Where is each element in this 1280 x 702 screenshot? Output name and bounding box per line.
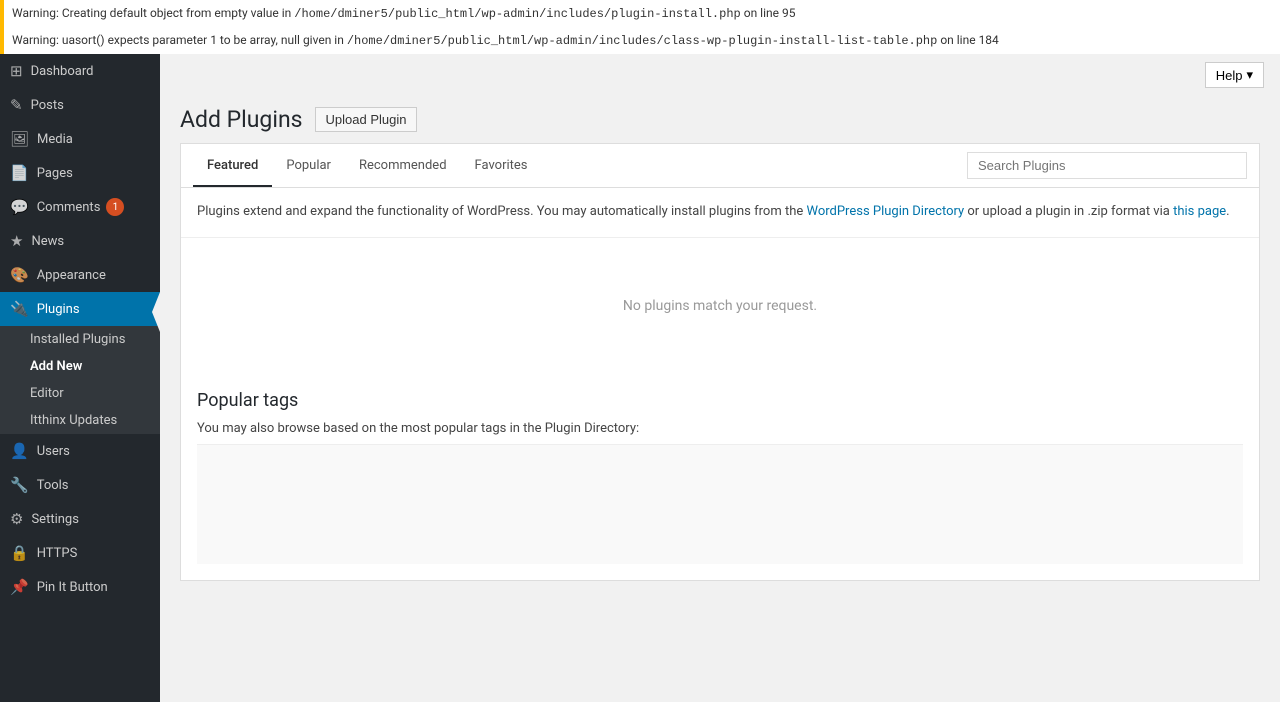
- plugin-description: Plugins extend and expand the functional…: [181, 188, 1259, 238]
- help-button[interactable]: Help ▾: [1205, 62, 1264, 88]
- no-plugins-message: No plugins match your request.: [181, 238, 1259, 374]
- search-plugins-input[interactable]: [967, 152, 1247, 179]
- upload-plugin-button[interactable]: Upload Plugin: [315, 107, 418, 132]
- submenu-add-new[interactable]: Add New: [0, 353, 160, 380]
- page-title: Add Plugins: [180, 106, 303, 133]
- pages-icon: 📄: [10, 164, 29, 182]
- plugins-submenu: Installed Plugins Add New Editor Itthinx…: [0, 326, 160, 434]
- media-icon: 🖼: [10, 130, 29, 148]
- plugin-area: Featured Popular Recommended Favorites P…: [180, 143, 1260, 581]
- sidebar: ⊞ Dashboard ✎ Posts 🖼 Media 📄 Pages 💬 Co…: [0, 54, 160, 702]
- dashboard-icon: ⊞: [10, 62, 23, 80]
- warning-bar-2: Warning: uasort() expects parameter 1 to…: [0, 27, 1280, 54]
- warning-bar-1: Warning: Creating default object from em…: [0, 0, 1280, 27]
- sidebar-item-comments[interactable]: 💬 Comments 1: [0, 190, 160, 224]
- tab-popular[interactable]: Popular: [272, 146, 345, 187]
- sidebar-item-dashboard[interactable]: ⊞ Dashboard: [0, 54, 160, 88]
- submenu-itthinx-updates[interactable]: Itthinx Updates: [0, 407, 160, 434]
- comments-badge: 1: [106, 198, 124, 216]
- posts-icon: ✎: [10, 96, 23, 114]
- tools-icon: 🔧: [10, 476, 29, 494]
- top-bar: Help ▾: [160, 54, 1280, 96]
- tab-recommended[interactable]: Recommended: [345, 146, 461, 187]
- comments-icon: 💬: [10, 198, 29, 216]
- sidebar-item-label: Comments: [37, 200, 101, 215]
- sidebar-item-label: Plugins: [37, 302, 80, 317]
- page-header: Add Plugins Upload Plugin: [160, 96, 1280, 143]
- sidebar-item-https[interactable]: 🔒 HTTPS: [0, 536, 160, 570]
- sidebar-item-label: Pages: [37, 166, 73, 181]
- plugins-icon: 🔌: [10, 300, 29, 318]
- sidebar-item-users[interactable]: 👤 Users: [0, 434, 160, 468]
- popular-tags-title: Popular tags: [197, 390, 1243, 411]
- sidebar-item-label: Dashboard: [31, 64, 94, 79]
- this-page-link[interactable]: this page: [1173, 204, 1226, 219]
- submenu-installed-plugins[interactable]: Installed Plugins: [0, 326, 160, 353]
- active-arrow: [152, 292, 160, 332]
- settings-icon: ⚙: [10, 510, 23, 528]
- popular-tags-section: Popular tags You may also browse based o…: [181, 374, 1259, 580]
- appearance-icon: 🎨: [10, 266, 29, 284]
- pin-it-button-icon: 📌: [10, 578, 29, 596]
- sidebar-item-label: Tools: [37, 478, 69, 493]
- main-content: Help ▾ Add Plugins Upload Plugin Feature…: [160, 54, 1280, 702]
- sidebar-item-label: HTTPS: [37, 546, 78, 561]
- sidebar-item-pin-it-button[interactable]: 📌 Pin It Button: [0, 570, 160, 604]
- plugin-directory-link[interactable]: WordPress Plugin Directory: [806, 204, 964, 219]
- tabs-row: Featured Popular Recommended Favorites: [181, 144, 1259, 188]
- submenu-editor[interactable]: Editor: [0, 380, 160, 407]
- popular-tags-description: You may also browse based on the most po…: [197, 421, 1243, 436]
- sidebar-item-pages[interactable]: 📄 Pages: [0, 156, 160, 190]
- tab-favorites[interactable]: Favorites: [461, 146, 542, 187]
- tabs-container: Featured Popular Recommended Favorites: [193, 146, 542, 186]
- tab-featured[interactable]: Featured: [193, 146, 272, 187]
- sidebar-item-media[interactable]: 🖼 Media: [0, 122, 160, 156]
- sidebar-item-tools[interactable]: 🔧 Tools: [0, 468, 160, 502]
- sidebar-item-label: Posts: [31, 98, 64, 113]
- news-icon: ★: [10, 232, 23, 250]
- sidebar-item-appearance[interactable]: 🎨 Appearance: [0, 258, 160, 292]
- users-icon: 👤: [10, 442, 29, 460]
- sidebar-item-posts[interactable]: ✎ Posts: [0, 88, 160, 122]
- sidebar-item-label: News: [31, 234, 64, 249]
- sidebar-item-label: Users: [37, 444, 70, 459]
- sidebar-item-label: Pin It Button: [37, 580, 108, 595]
- sidebar-item-news[interactable]: ★ News: [0, 224, 160, 258]
- sidebar-item-plugins[interactable]: 🔌 Plugins: [0, 292, 160, 326]
- sidebar-item-settings[interactable]: ⚙ Settings: [0, 502, 160, 536]
- sidebar-item-label: Appearance: [37, 268, 106, 283]
- sidebar-item-label: Settings: [31, 512, 78, 527]
- sidebar-item-label: Media: [37, 132, 73, 147]
- tags-area: [197, 444, 1243, 564]
- https-icon: 🔒: [10, 544, 29, 562]
